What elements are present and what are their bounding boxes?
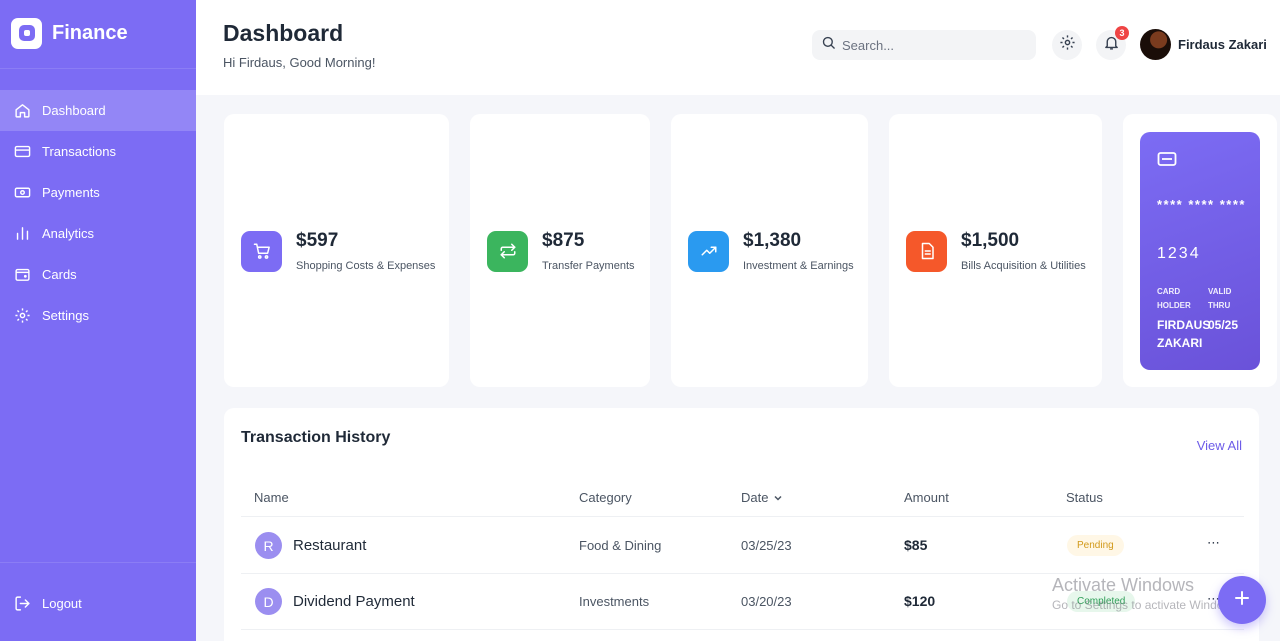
document-icon	[906, 230, 947, 272]
valid-thru-label: VALID THRU	[1208, 287, 1232, 310]
sidebar-item-analytics[interactable]: Analytics	[0, 213, 196, 254]
stat-label: Transfer Payments	[542, 260, 635, 272]
plus-icon	[1234, 590, 1250, 611]
logout-button[interactable]: Logout	[0, 583, 196, 624]
card-icon	[1157, 151, 1177, 172]
credit-card[interactable]: **** **** **** 1234 CARD HOLDER VALID TH…	[1140, 132, 1260, 370]
money-icon	[13, 184, 31, 202]
divider	[0, 68, 196, 69]
avatar[interactable]	[1140, 29, 1171, 60]
page-title: Dashboard	[223, 20, 344, 46]
stat-value: $1,500	[961, 230, 1020, 251]
column-header-status[interactable]: Status	[1066, 490, 1103, 505]
stat-card-transfer: $875 Transfer Payments	[470, 114, 650, 387]
sidebar-item-label: Analytics	[42, 226, 95, 241]
add-button[interactable]	[1218, 576, 1266, 624]
search-icon	[821, 35, 836, 55]
column-header-date[interactable]: Date	[741, 490, 783, 505]
card-number-last4: 1234	[1157, 245, 1201, 262]
sidebar-item-transactions[interactable]: Transactions	[0, 131, 196, 172]
stat-label: Investment & Earnings	[743, 260, 854, 272]
logout-icon	[13, 595, 31, 613]
trend-up-icon	[688, 230, 729, 272]
sidebar-item-payments[interactable]: Payments	[0, 172, 196, 213]
stat-label: Bills Acquisition & Utilities	[961, 260, 1086, 272]
credit-card-icon	[13, 143, 31, 161]
sidebar-item-label: Payments	[42, 185, 100, 200]
divider	[0, 562, 196, 563]
column-header-name[interactable]: Name	[254, 490, 289, 505]
settings-button[interactable]	[1052, 30, 1082, 60]
watermark-subtitle: Go to Settings to activate Windows.	[1052, 598, 1242, 612]
gear-icon	[13, 307, 31, 325]
sidebar-item-cards[interactable]: Cards	[0, 254, 196, 295]
gear-icon	[1059, 34, 1076, 56]
header: Dashboard Hi Firdaus, Good Morning! 3 Fi…	[196, 0, 1280, 95]
sidebar-item-label: Settings	[42, 308, 89, 323]
card-expiry: 05/25	[1208, 318, 1239, 332]
stat-card-investment: $1,380 Investment & Earnings	[671, 114, 868, 387]
row-avatar: R	[255, 532, 282, 559]
card-holder-label: CARD HOLDER	[1157, 287, 1191, 310]
row-amount: $120	[904, 593, 936, 609]
user-name[interactable]: Firdaus Zakari	[1178, 37, 1267, 52]
row-category: Investments	[579, 594, 650, 609]
sidebar: Finance Dashboard Transactions Payments	[0, 0, 196, 641]
notification-badge: 3	[1115, 26, 1129, 40]
section-title: Transaction History	[241, 429, 391, 446]
activate-windows-watermark: Activate Windows Go to Settings to activ…	[1052, 575, 1241, 612]
stat-card-bills: $1,500 Bills Acquisition & Utilities	[889, 114, 1102, 387]
stat-value: $875	[542, 230, 585, 251]
stat-card-shopping: $597 Shopping Costs & Expenses	[224, 114, 449, 387]
column-header-date-label: Date	[741, 490, 769, 505]
row-avatar: D	[255, 588, 282, 615]
chevron-down-icon	[773, 493, 783, 503]
row-amount: $85	[904, 537, 928, 553]
cart-icon	[241, 230, 282, 272]
column-header-category[interactable]: Category	[579, 490, 632, 505]
view-all-link[interactable]: View All	[1197, 438, 1242, 453]
row-date: 03/25/23	[741, 538, 792, 553]
row-name: Restaurant	[293, 537, 367, 554]
row-date: 03/20/23	[741, 594, 792, 609]
stat-value: $597	[296, 230, 339, 251]
sidebar-nav: Dashboard Transactions Payments Analytic…	[0, 90, 196, 336]
table-row[interactable]: R Restaurant Food & Dining 03/25/23 $85 …	[241, 518, 1244, 574]
card-panel: **** **** **** 1234 CARD HOLDER VALID TH…	[1123, 114, 1277, 387]
status-badge: Pending	[1067, 535, 1124, 556]
more-options-icon[interactable]: ⋯	[1207, 535, 1221, 551]
watermark-title: Activate Windows	[1052, 575, 1195, 595]
table-header: Name Category Date Amount Status	[241, 478, 1244, 517]
sidebar-item-label: Dashboard	[42, 103, 106, 118]
home-icon	[13, 102, 31, 120]
wallet-icon	[13, 266, 31, 284]
brand[interactable]: Finance	[11, 17, 128, 49]
row-name: Dividend Payment	[293, 593, 415, 610]
sidebar-item-label: Cards	[42, 267, 77, 282]
brand-name: Finance	[52, 21, 128, 44]
card-number-masked: **** **** ****	[1157, 197, 1246, 212]
row-category: Food & Dining	[579, 538, 662, 553]
transfer-icon	[487, 230, 528, 272]
sidebar-item-settings[interactable]: Settings	[0, 295, 196, 336]
bar-chart-icon	[13, 225, 31, 243]
sidebar-item-label: Transactions	[42, 144, 116, 159]
search-box[interactable]	[812, 30, 1036, 60]
logout-label: Logout	[42, 596, 82, 611]
sidebar-item-dashboard[interactable]: Dashboard	[0, 90, 196, 131]
logo-icon	[11, 17, 42, 49]
greeting-text: Hi Firdaus, Good Morning!	[223, 55, 376, 70]
stat-value: $1,380	[743, 230, 802, 251]
stat-label: Shopping Costs & Expenses	[296, 260, 436, 272]
search-input[interactable]	[842, 37, 1022, 53]
column-header-amount[interactable]: Amount	[904, 490, 949, 505]
